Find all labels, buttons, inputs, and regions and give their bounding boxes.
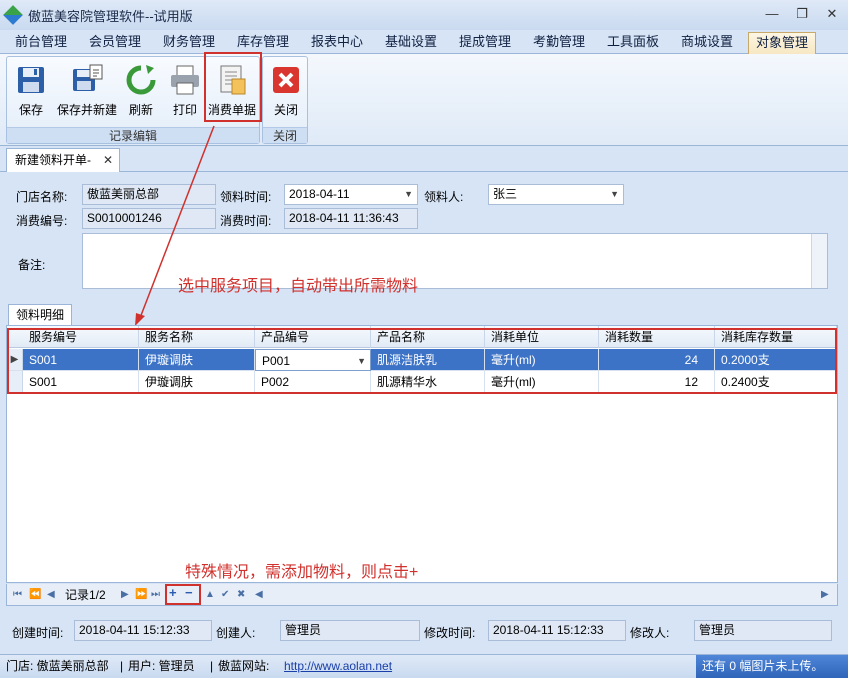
edit-record-icon[interactable]: ▲ <box>205 587 215 603</box>
first-record-icon[interactable]: ⏮ <box>13 587 22 603</box>
modified-time-field[interactable]: 2018-04-11 15:12:33 <box>488 620 626 641</box>
next-page-icon[interactable]: ⏩ <box>135 587 147 603</box>
main-menu-tabs: 前台管理 会员管理 财务管理 库存管理 报表中心 基础设置 提成管理 考勤管理 … <box>0 30 848 54</box>
print-label: 打印 <box>172 103 197 117</box>
consume-no-field[interactable]: S0010001246 <box>82 208 216 229</box>
consume-time-field[interactable]: 2018-04-11 11:36:43 <box>284 208 418 229</box>
tab-front-desk[interactable]: 前台管理 <box>8 32 74 54</box>
created-time-field[interactable]: 2018-04-11 15:12:33 <box>74 620 212 641</box>
status-separator: | <box>210 659 214 673</box>
floppy-disk-icon <box>14 63 48 97</box>
save-label: 保存 <box>18 103 43 117</box>
next-record-icon[interactable]: ▶ <box>121 587 129 603</box>
last-record-icon[interactable]: ⏭ <box>151 587 160 603</box>
highlight-consume-doc <box>204 52 262 122</box>
scroll-left-icon[interactable]: ◀ <box>255 587 263 603</box>
confirm-edit-icon[interactable]: ✔ <box>221 587 229 603</box>
picker-select[interactable]: 张三 ▼ <box>488 184 624 205</box>
ribbon-group-caption-close: 关闭 <box>263 127 307 143</box>
creator-field[interactable]: 管理员 <box>280 620 420 641</box>
upload-status: 还有 0 幅图片未上传。 <box>696 655 848 678</box>
highlight-add-remove <box>165 584 201 605</box>
tab-object-management[interactable]: 对象管理 <box>748 32 816 54</box>
created-time-label: 创建时间: <box>12 626 64 640</box>
header-form: 门店名称: 傲蓝美丽总部 领料时间: 2018-04-11 ▼ 领料人: 张三 … <box>4 172 842 300</box>
store-name-label: 门店名称: <box>16 190 68 204</box>
tab-pick-details[interactable]: 领料明细 <box>8 304 72 326</box>
consume-time-label: 消费时间: <box>220 214 272 228</box>
tab-commission[interactable]: 提成管理 <box>452 32 518 54</box>
status-bar: 门店: 傲蓝美丽总部 | 用户: 管理员 | 傲蓝网站: http://www.… <box>0 654 848 678</box>
printer-icon <box>168 63 202 97</box>
app-logo-icon <box>3 5 23 25</box>
print-button[interactable]: 打印 <box>165 61 205 123</box>
store-name-field[interactable]: 傲蓝美丽总部 <box>82 184 216 205</box>
creator-label: 创建人: <box>216 626 256 640</box>
consume-no-label: 消费编号: <box>16 214 68 228</box>
window-title: 傲蓝美容院管理软件--试用版 <box>28 8 193 24</box>
close-window-button[interactable]: ✕ <box>824 6 840 22</box>
audit-info: 创建时间: 2018-04-11 15:12:33 创建人: 管理员 修改时间:… <box>4 610 842 650</box>
chevron-down-icon[interactable]: ▼ <box>404 185 413 204</box>
remark-scrollbar[interactable] <box>811 234 827 288</box>
refresh-label: 刷新 <box>128 103 153 117</box>
modified-time-label: 修改时间: <box>424 626 476 640</box>
scroll-right-icon[interactable]: ▶ <box>821 587 829 603</box>
prev-page-icon[interactable]: ⏪ <box>29 587 41 603</box>
status-store: 门店: 傲蓝美丽总部 <box>6 659 109 673</box>
material-grid: 服务编号 服务名称 产品编号 产品名称 消耗单位 消耗数量 消耗库存数量 ▶ S… <box>6 325 838 583</box>
status-separator: | <box>120 659 124 673</box>
tab-attendance[interactable]: 考勤管理 <box>526 32 592 54</box>
tab-inventory[interactable]: 库存管理 <box>230 32 296 54</box>
tab-reports[interactable]: 报表中心 <box>304 32 370 54</box>
refresh-button[interactable]: 刷新 <box>121 61 161 123</box>
record-navigator: ⏮ ⏪ ◀ 记录1/2 ▶ ⏩ ⏭ + − ▲ ✔ ✖ ◀ ▶ <box>6 584 838 606</box>
tab-tools[interactable]: 工具面板 <box>600 32 666 54</box>
close-label: 关闭 <box>273 103 298 117</box>
ribbon-group-close: 关闭 关闭 <box>262 56 308 144</box>
status-site-label: 傲蓝网站: <box>218 659 270 673</box>
pick-time-value: 2018-04-11 <box>289 187 350 201</box>
doc-tab-label: 新建领料开单- <box>15 153 91 167</box>
close-icon[interactable]: ✕ <box>103 149 113 171</box>
annotation-auto-material: 选中服务项目，自动带出所需物料 <box>178 278 419 295</box>
ribbon: 保存 保存并新建 刷新 打印 消费单据 记录编辑 关闭 关闭 <box>0 52 848 146</box>
remark-label: 备注: <box>18 258 46 272</box>
cancel-edit-icon[interactable]: ✖ <box>237 587 245 603</box>
status-user: 用户: 管理员 <box>128 659 195 673</box>
pick-time-select[interactable]: 2018-04-11 ▼ <box>284 184 418 205</box>
tab-basic-settings[interactable]: 基础设置 <box>378 32 444 54</box>
tab-finance[interactable]: 财务管理 <box>156 32 222 54</box>
chevron-down-icon[interactable]: ▼ <box>610 185 619 204</box>
annotation-add-material: 特殊情况，需添加物料，则点击+ <box>185 564 419 581</box>
tab-mall-settings[interactable]: 商城设置 <box>674 32 740 54</box>
title-bar: 傲蓝美容院管理软件--试用版 — ❐ ✕ <box>0 0 848 30</box>
record-counter: 记录1/2 <box>65 588 106 602</box>
restore-button[interactable]: ❐ <box>794 6 810 22</box>
doc-tab-new-pick[interactable]: 新建领料开单- ✕ <box>6 148 120 172</box>
refresh-icon <box>124 63 158 97</box>
picker-value: 张三 <box>493 187 518 201</box>
tab-members[interactable]: 会员管理 <box>82 32 148 54</box>
save-and-new-label: 保存并新建 <box>56 103 117 117</box>
website-link[interactable]: http://www.aolan.net <box>284 655 392 677</box>
prev-record-icon[interactable]: ◀ <box>47 587 55 603</box>
close-button[interactable]: 关闭 <box>266 61 306 123</box>
minimize-button[interactable]: — <box>764 6 780 22</box>
ribbon-group-caption-record-edit: 记录编辑 <box>7 127 259 143</box>
save-button[interactable]: 保存 <box>11 61 51 123</box>
highlight-grid-rows <box>7 328 837 394</box>
modifier-field[interactable]: 管理员 <box>694 620 832 641</box>
close-x-icon <box>269 63 303 97</box>
picker-label: 领料人: <box>424 190 464 204</box>
modifier-label: 修改人: <box>630 626 670 640</box>
save-and-new-button[interactable]: 保存并新建 <box>55 61 119 123</box>
pick-time-label: 领料时间: <box>220 190 272 204</box>
document-tab-strip: 新建领料开单- ✕ <box>0 146 848 172</box>
save-new-icon <box>70 63 104 97</box>
